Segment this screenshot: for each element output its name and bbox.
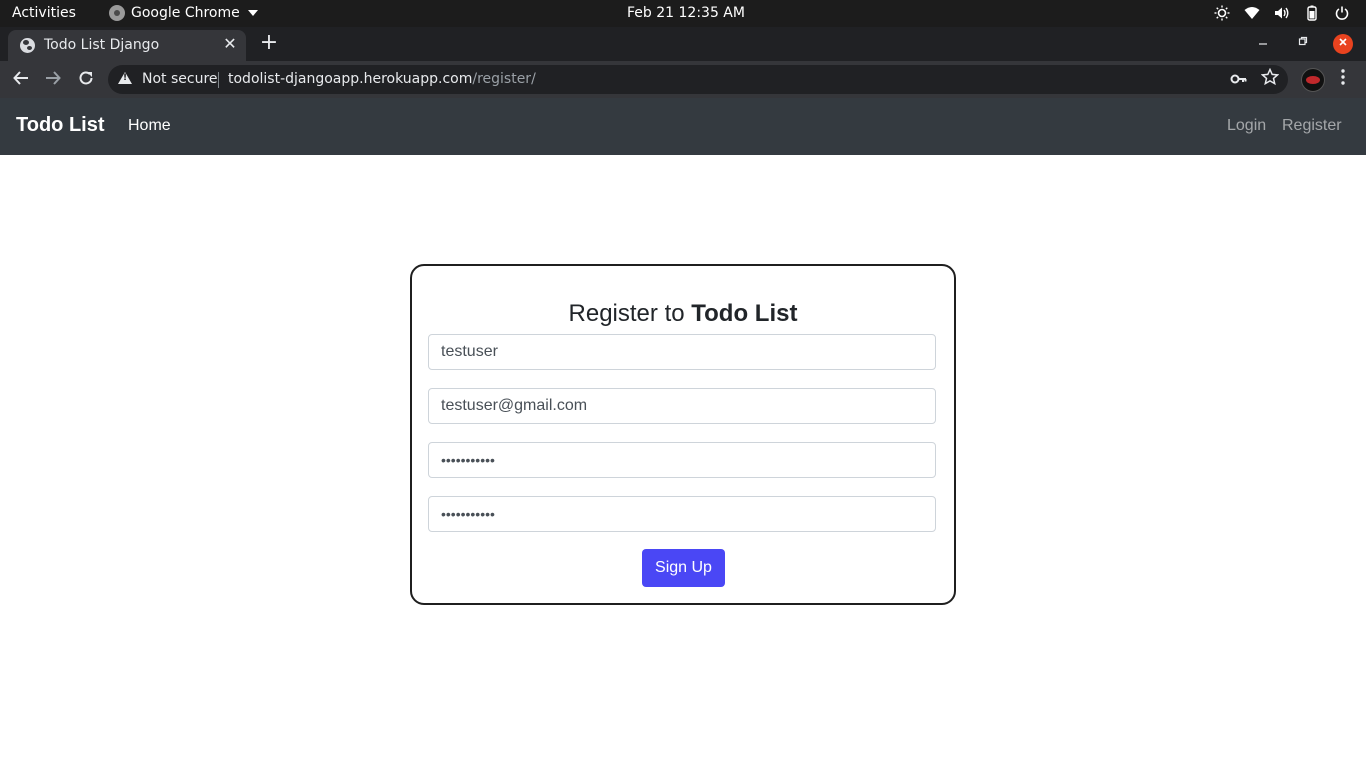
username-field[interactable]: testuser bbox=[428, 334, 936, 370]
system-tray[interactable] bbox=[1214, 4, 1350, 22]
address-bar[interactable]: Not secure todolist-djangoapp.herokuapp.… bbox=[108, 65, 1288, 94]
url-text[interactable]: todolist-djangoapp.herokuapp.com/registe… bbox=[228, 71, 536, 87]
email-field[interactable]: testuser@gmail.com bbox=[428, 388, 936, 424]
kebab-menu-icon[interactable] bbox=[1336, 69, 1350, 91]
globe-icon bbox=[20, 38, 35, 53]
chrome-app-icon bbox=[109, 5, 125, 21]
password-field[interactable]: ••••••••••• bbox=[428, 442, 936, 478]
site-navbar: Todo List Home Login Register bbox=[0, 98, 1366, 155]
os-top-bar: Activities Google Chrome Feb 21 12:35 AM bbox=[0, 0, 1366, 27]
tab-todo-list-django[interactable]: Todo List Django ✕ bbox=[8, 30, 246, 61]
reload-icon[interactable] bbox=[75, 69, 97, 91]
security-label[interactable]: Not secure bbox=[142, 71, 218, 87]
brightness-icon bbox=[1214, 4, 1230, 22]
forward-arrow-icon[interactable] bbox=[42, 69, 64, 91]
tab-title: Todo List Django bbox=[44, 37, 160, 53]
tab-strip: Todo List Django ✕ + bbox=[0, 27, 1366, 61]
nav-home-link[interactable]: Home bbox=[128, 117, 171, 135]
profile-avatar[interactable] bbox=[1301, 68, 1325, 92]
close-tab-icon[interactable]: ✕ bbox=[220, 34, 240, 54]
chevron-down-icon bbox=[247, 10, 258, 16]
warning-icon[interactable] bbox=[118, 72, 132, 84]
title-brand: Todo List bbox=[691, 300, 798, 327]
confirm-password-field[interactable]: ••••••••••• bbox=[428, 496, 936, 532]
url-path: /register/ bbox=[472, 71, 536, 87]
brand-link[interactable]: Todo List bbox=[16, 114, 105, 137]
activities-button[interactable]: Activities bbox=[12, 5, 76, 21]
back-arrow-icon[interactable] bbox=[10, 69, 32, 91]
nav-login-link[interactable]: Login bbox=[1227, 117, 1266, 135]
app-menu[interactable]: Google Chrome bbox=[109, 5, 258, 21]
title-prefix: Register to bbox=[568, 300, 692, 327]
nav-register-link[interactable]: Register bbox=[1282, 117, 1342, 135]
register-card: Register to Todo List testuser testuser@… bbox=[410, 264, 956, 605]
clock[interactable]: Feb 21 12:35 AM bbox=[627, 5, 745, 21]
battery-icon bbox=[1304, 4, 1320, 22]
key-icon[interactable] bbox=[1230, 70, 1248, 88]
bookmark-star-icon[interactable] bbox=[1260, 67, 1280, 88]
divider bbox=[218, 72, 219, 88]
app-name: Google Chrome bbox=[131, 5, 240, 21]
url-host: todolist-djangoapp.herokuapp.com bbox=[228, 71, 473, 87]
volume-icon bbox=[1274, 4, 1290, 22]
new-tab-button[interactable]: + bbox=[258, 32, 280, 55]
minimize-icon[interactable] bbox=[1254, 34, 1272, 52]
power-icon bbox=[1334, 4, 1350, 22]
page-title: Register to Todo List bbox=[412, 300, 954, 328]
restore-icon[interactable] bbox=[1294, 34, 1312, 52]
sign-up-button[interactable]: Sign Up bbox=[642, 549, 725, 587]
wifi-icon bbox=[1244, 4, 1260, 22]
browser-toolbar: Not secure todolist-djangoapp.herokuapp.… bbox=[0, 61, 1366, 98]
close-window-icon[interactable] bbox=[1333, 34, 1353, 54]
